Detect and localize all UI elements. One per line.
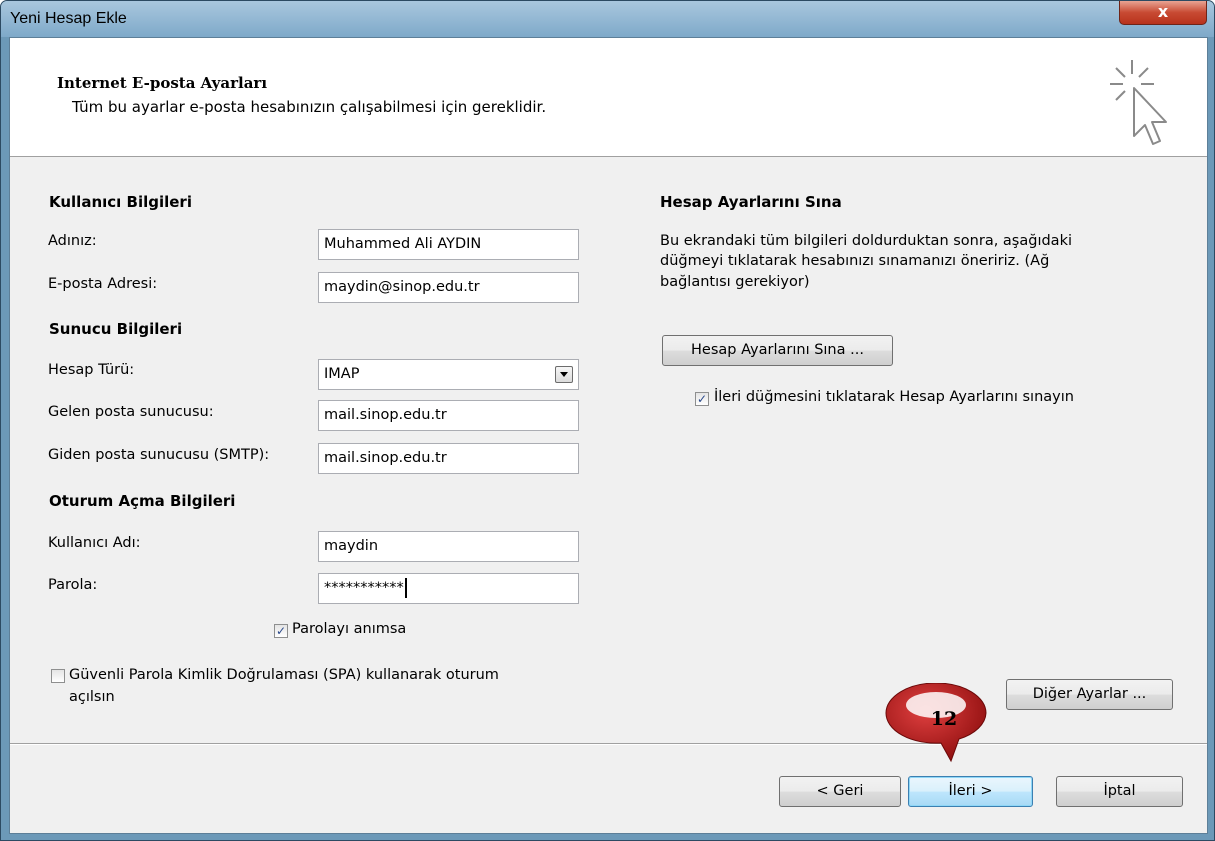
remember-password-checkbox[interactable]: ✓ <box>274 624 288 638</box>
chevron-down-icon[interactable] <box>555 366 573 383</box>
close-icon: x <box>1157 2 1169 21</box>
outgoing-server-field[interactable]: mail.sinop.edu.tr <box>318 443 579 474</box>
password-label: Parola: <box>48 577 98 593</box>
server-info-heading: Sunucu Bilgileri <box>49 320 183 338</box>
test-description-line2: düğmeyi tıklatarak hesabınızı sınamanızı… <box>660 253 1050 269</box>
header-title: Internet E-posta Ayarları <box>57 74 268 92</box>
auto-test-checkbox[interactable]: ✓ <box>695 392 709 406</box>
dialog-header: Internet E-posta Ayarları Tüm bu ayarlar… <box>10 38 1207 157</box>
window-title: Yeni Hesap Ekle <box>10 10 127 27</box>
spa-checkbox[interactable] <box>51 669 65 683</box>
name-field[interactable]: Muhammed Ali AYDIN <box>318 229 579 260</box>
test-account-settings-button[interactable]: Hesap Ayarlarını Sına ... <box>662 335 893 366</box>
account-type-select[interactable]: IMAP <box>318 359 579 390</box>
spa-label-line1[interactable]: Güvenli Parola Kimlik Doğrulaması (SPA) … <box>69 667 499 683</box>
title-bar[interactable]: Yeni Hesap Ekle x <box>1 1 1214 37</box>
password-value: *********** <box>324 580 404 596</box>
username-label: Kullanıcı Adı: <box>48 535 141 551</box>
auto-test-label[interactable]: İleri düğmesini tıklatarak Hesap Ayarlar… <box>714 389 1074 405</box>
more-settings-button[interactable]: Diğer Ayarlar ... <box>1006 679 1173 710</box>
remember-password-label[interactable]: Parolayı anımsa <box>292 621 406 637</box>
account-type-value: IMAP <box>324 366 360 382</box>
username-field[interactable]: maydin <box>318 531 579 562</box>
test-description-line1: Bu ekrandaki tüm bilgileri doldurduktan … <box>660 233 1072 249</box>
test-settings-heading: Hesap Ayarlarını Sına <box>660 193 842 211</box>
password-field[interactable]: *********** <box>318 573 579 604</box>
footer-separator <box>10 743 1207 745</box>
email-label: E-posta Adresi: <box>48 276 158 292</box>
incoming-server-field[interactable]: mail.sinop.edu.tr <box>318 400 579 431</box>
cancel-button[interactable]: İptal <box>1056 776 1183 807</box>
close-button[interactable]: x <box>1119 1 1207 25</box>
user-info-heading: Kullanıcı Bilgileri <box>49 193 192 211</box>
dialog-client: Internet E-posta Ayarları Tüm bu ayarlar… <box>9 37 1208 834</box>
logon-info-heading: Oturum Açma Bilgileri <box>49 492 236 510</box>
account-type-label: Hesap Türü: <box>48 362 135 378</box>
next-button[interactable]: İleri > <box>908 776 1033 807</box>
incoming-server-label: Gelen posta sunucusu: <box>48 404 214 420</box>
spa-label-line2[interactable]: açılsın <box>69 689 115 705</box>
name-label: Adınız: <box>48 233 97 249</box>
dialog-window: Yeni Hesap Ekle x Internet E-posta Ayarl… <box>0 0 1215 841</box>
header-subtitle: Tüm bu ayarlar e-posta hesabınızın çalış… <box>72 98 547 116</box>
email-field[interactable]: maydin@sinop.edu.tr <box>318 272 579 303</box>
cursor-click-icon <box>1110 60 1167 145</box>
test-description-line3: bağlantısı gerekiyor) <box>660 274 810 290</box>
callout-number: 12 <box>930 708 958 730</box>
outgoing-server-label: Giden posta sunucusu (SMTP): <box>48 447 270 463</box>
back-button[interactable]: < Geri <box>779 776 901 807</box>
text-caret <box>404 578 407 598</box>
